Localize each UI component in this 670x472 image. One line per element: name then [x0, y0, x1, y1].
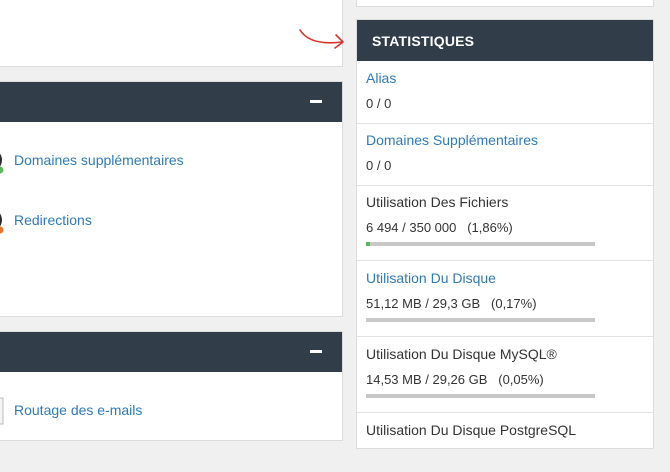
redirect-icon: [0, 213, 4, 234]
left-top-panel: [0, 0, 343, 67]
stat-label: Utilisation Du Disque MySQL®: [366, 346, 557, 362]
feature-item-label: Routage des e-mails: [14, 402, 143, 418]
email-panel-header: [0, 332, 342, 372]
stat-value: 51,12 MB / 29,3 GB (0,17%): [366, 296, 537, 311]
stat-label: Utilisation Du Disque PostgreSQL: [366, 422, 577, 438]
feature-item-addon-domains[interactable]: Domaines supplémentaires: [0, 144, 329, 178]
usage-progress-fill: [366, 318, 367, 322]
stat-row-mysql-usage: Utilisation Du Disque MySQL® 14,53 MB / …: [357, 336, 653, 413]
stat-label-link[interactable]: Utilisation Du Disque: [366, 270, 496, 286]
right-top-panel: [356, 0, 654, 7]
statistics-title: STATISTIQUES: [372, 33, 475, 49]
statistics-panel: STATISTIQUES Alias 0 / 0 Domaines Supplé…: [356, 19, 654, 449]
usage-progress-fill: [366, 242, 371, 246]
usage-progress-bar: [366, 242, 595, 246]
globe-icon: [0, 153, 4, 174]
usage-progress-bar: [366, 318, 595, 322]
stat-label: Utilisation Des Fichiers: [366, 194, 509, 210]
stat-row-alias: Alias 0 / 0: [357, 61, 653, 124]
pointer-arrow-icon: [299, 29, 344, 49]
stat-value: 6 494 / 350 000 (1,86%): [366, 220, 513, 235]
usage-progress-bar: [366, 394, 595, 398]
email-panel: Routage des e-mails: [0, 331, 343, 441]
stat-value: 0 / 0: [366, 96, 392, 111]
stat-row-postgresql-usage: Utilisation Du Disque PostgreSQL: [357, 412, 653, 472]
feature-item-label: Redirections: [14, 212, 92, 228]
stat-value: 0 / 0: [366, 158, 392, 173]
stat-row-file-usage: Utilisation Des Fichiers 6 494 / 350 000…: [357, 185, 653, 261]
stat-label-link[interactable]: Domaines Supplémentaires: [366, 132, 538, 148]
statistics-header: STATISTIQUES: [357, 20, 653, 61]
stat-row-addon-domains: Domaines Supplémentaires 0 / 0: [357, 123, 653, 186]
domains-panel: Domaines supplémentaires Redirections: [0, 81, 343, 317]
document-icon: [0, 397, 4, 425]
stat-label-link[interactable]: Alias: [366, 70, 396, 86]
domains-panel-header: [0, 82, 342, 122]
feature-item-email-routing[interactable]: Routage des e-mails: [0, 394, 329, 428]
feature-item-redirects[interactable]: Redirections: [0, 204, 329, 238]
collapse-icon[interactable]: [310, 350, 322, 353]
usage-progress-fill: [366, 394, 367, 398]
feature-item-label: Domaines supplémentaires: [14, 152, 184, 168]
collapse-icon[interactable]: [310, 100, 322, 103]
stat-row-disk-usage: Utilisation Du Disque 51,12 MB / 29,3 GB…: [357, 260, 653, 337]
stat-value: 14,53 MB / 29,26 GB (0,05%): [366, 372, 544, 387]
